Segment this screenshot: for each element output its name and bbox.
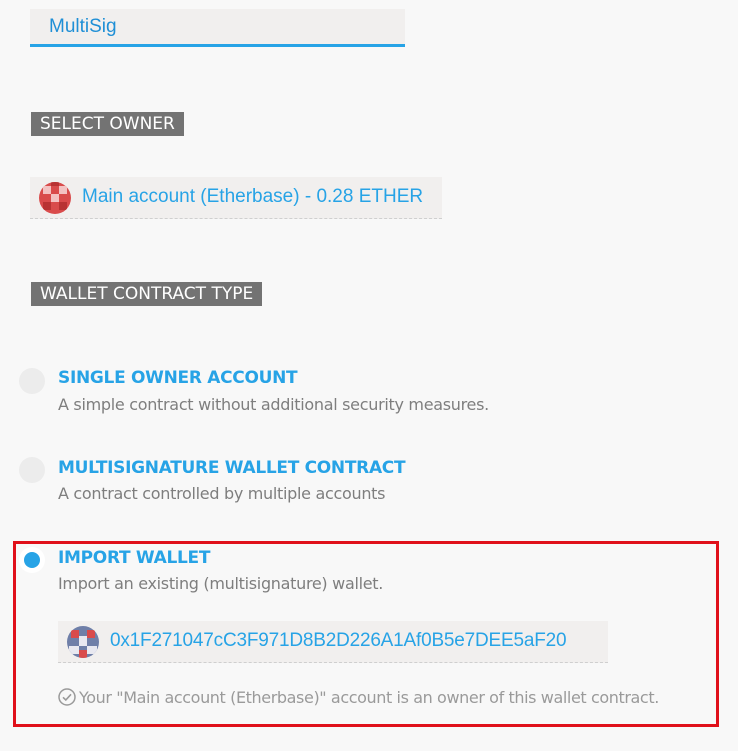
select-owner-heading: SELECT OWNER: [31, 112, 184, 136]
owner-status-message: Your "Main account (Etherbase)" account …: [58, 688, 659, 710]
multisig-radio[interactable]: [19, 457, 45, 483]
wallet-name-input[interactable]: [30, 9, 405, 47]
owner-select[interactable]: Main account (Etherbase) - 0.28 ETHER: [30, 177, 442, 219]
multisig-title[interactable]: MULTISIGNATURE WALLET CONTRACT: [58, 458, 406, 478]
single-owner-title[interactable]: SINGLE OWNER ACCOUNT: [58, 368, 298, 388]
wallet-contract-type-heading: WALLET CONTRACT TYPE: [31, 282, 263, 306]
multisig-description: A contract controlled by multiple accoun…: [58, 484, 386, 503]
single-owner-radio[interactable]: [19, 368, 45, 394]
wallet-identicon: [67, 626, 99, 658]
import-wallet-title[interactable]: IMPORT WALLET: [58, 548, 210, 568]
wallet-address-value: 0x1F271047cC3F971D8B2D226A1Af0B5e7DEE5aF…: [110, 630, 567, 651]
import-wallet-radio[interactable]: [19, 547, 45, 573]
single-owner-description: A simple contract without additional sec…: [58, 395, 489, 414]
selected-owner-label: Main account (Etherbase) - 0.28 ETHER: [82, 186, 424, 207]
radio-selected-dot: [24, 552, 40, 568]
check-circle-icon: [58, 688, 76, 710]
account-identicon: [39, 182, 71, 214]
owner-status-text: Your "Main account (Etherbase)" account …: [79, 688, 659, 707]
wallet-address-input[interactable]: 0x1F271047cC3F971D8B2D226A1Af0B5e7DEE5aF…: [58, 621, 608, 663]
import-wallet-description: Import an existing (multisignature) wall…: [58, 574, 384, 593]
